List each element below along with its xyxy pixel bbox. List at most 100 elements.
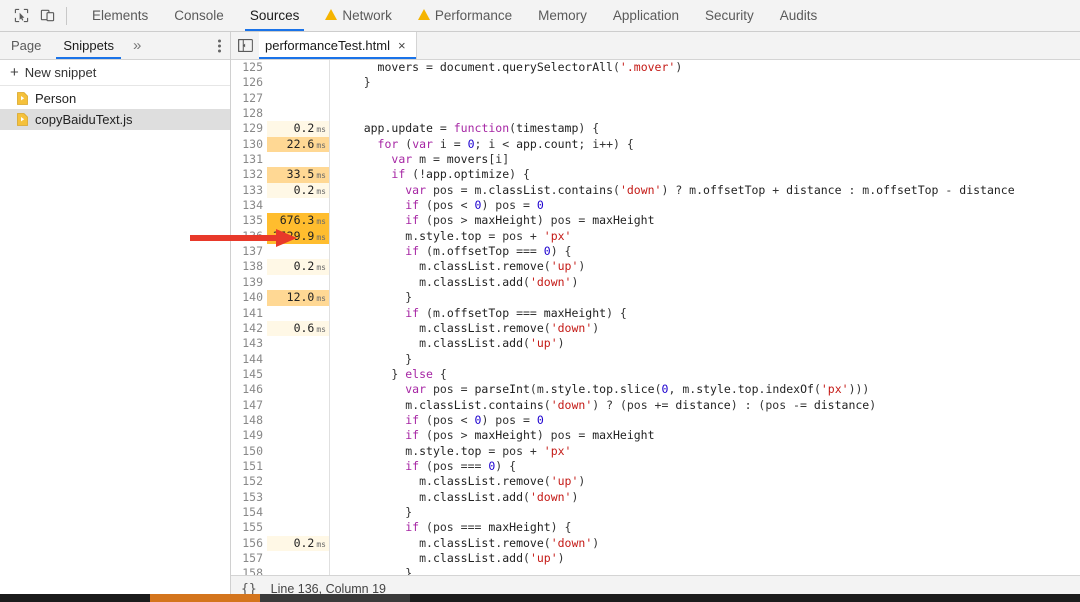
sidebar-tab-page[interactable]: Page [0,32,52,59]
tab-application[interactable]: Application [600,0,692,31]
code-line[interactable]: 128 [231,106,1080,122]
code-line[interactable]: 138 0.2 ms m.classList.remove('up') [231,259,1080,275]
code-line[interactable]: 148 if (pos < 0) pos = 0 [231,412,1080,429]
code-editor[interactable]: 125 movers = document.querySelectorAll('… [231,60,1080,575]
line-number: 127 [242,90,263,105]
show-navigator-icon[interactable] [231,32,259,59]
line-number: 141 [242,305,263,320]
line-timing [267,551,329,566]
code-line[interactable]: 149 if (pos > maxHeight) pos = maxHeight [231,428,1080,444]
code-line[interactable]: 144 } [231,351,1080,367]
code-line[interactable]: 140 12.0 ms } [231,290,1080,306]
code-line-text: m.classList.add('up') [419,336,565,351]
line-timing [267,198,329,213]
taskbar-item[interactable] [260,594,410,602]
tab-elements-label: Elements [92,8,149,23]
snippet-item-copybaidutext[interactable]: copyBaiduText.js [0,109,230,130]
snippet-list: Person copyBaiduText.js [0,86,230,130]
code-line[interactable]: 135 676.3 ms if (pos > maxHeight) pos = ma… [231,213,1080,229]
code-line[interactable]: 146 var pos = parseInt(m.style.top.slice… [231,382,1080,398]
code-line[interactable]: 134 if (pos < 0) pos = 0 [231,198,1080,214]
line-timing: 676.3 ms [267,213,329,229]
tab-network[interactable]: Network [312,0,405,31]
line-number: 153 [242,489,263,504]
new-snippet-button[interactable]: + New snippet [0,60,230,86]
warning-triangle-icon [325,9,338,20]
code-line[interactable]: 139 m.classList.add('down') [231,274,1080,291]
timing-value: 33.5 [286,167,315,182]
code-line[interactable]: 142 0.6 ms m.classList.remove('down') [231,320,1080,337]
code-line[interactable]: 155 if (pos === maxHeight) { [231,520,1080,536]
taskbar-active-item[interactable] [150,594,260,602]
timing-unit: ms [316,125,326,135]
code-line-text: } else { [336,366,447,381]
line-timing: 33.5 ms [267,167,329,183]
code-line[interactable]: 153 m.classList.add('down') [231,489,1080,505]
code-line[interactable]: 150 m.style.top = pos + 'px' [231,443,1080,459]
sidebar-tab-snippets[interactable]: Snippets [52,32,125,59]
code-line[interactable]: 137 if (m.offsetTop === 0) { [231,244,1080,260]
close-icon[interactable]: × [398,39,406,52]
line-number: 133 [242,182,263,197]
code-line[interactable]: 129 0.2 ms app.update = function(timestamp… [231,121,1080,137]
line-timing [267,336,329,351]
line-number: 151 [242,458,263,473]
code-line[interactable]: 151 if (pos === 0) { [231,458,1080,475]
code-line[interactable]: 147 m.classList.contains('down') ? (pos … [231,397,1080,413]
editor-region: performanceTest.html × 125 movers = docu… [231,32,1080,602]
code-line[interactable]: 125 movers = document.querySelectorAll('… [231,60,1080,76]
code-line[interactable]: 143 m.classList.add('up') [231,336,1080,352]
timing-unit: ms [316,140,326,150]
code-line-text: m.style.top = pos + 'px' [405,443,572,458]
line-timing [267,382,329,397]
code-line[interactable]: 131 var m = movers[i] [231,152,1080,168]
code-line-text: m.classList.add('down') [419,489,579,504]
inspect-element-icon[interactable] [8,3,34,29]
code-line-text: if (pos > maxHeight) pos = maxHeight [405,213,655,228]
tab-elements[interactable]: Elements [79,0,161,31]
code-line[interactable]: 141 if (m.offsetTop === maxHeight) { [231,305,1080,321]
code-line[interactable]: 154 } [231,504,1080,521]
timing-unit: ms [316,263,326,273]
tab-memory[interactable]: Memory [525,0,600,31]
code-line[interactable]: 127 [231,90,1080,107]
tab-sources[interactable]: Sources [237,0,313,31]
tab-security-label: Security [704,8,754,23]
line-timing: 0.2 ms [267,535,329,551]
tab-security[interactable]: Security [692,0,767,31]
code-line[interactable]: 136 3529.9 ms m.style.top = pos + 'px' [231,228,1080,245]
taskbar-right [410,594,1080,602]
code-line[interactable]: 156 0.2 ms m.classList.remove('down') [231,535,1080,551]
tab-console[interactable]: Console [161,0,237,31]
timing-value: 22.6 [286,136,315,151]
code-line-text: movers = document.querySelectorAll('.mov… [377,60,683,74]
line-number: 125 [242,60,263,74]
code-line[interactable]: 126 } [231,75,1080,91]
code-line[interactable]: 157 m.classList.add('up') [231,551,1080,567]
tab-network-label: Network [342,8,392,23]
snippet-item-label: copyBaiduText.js [35,112,133,127]
line-timing [267,566,329,575]
tab-performance[interactable]: Performance [405,0,525,31]
device-toolbar-icon[interactable] [34,3,60,29]
code-line[interactable]: 152 m.classList.remove('up') [231,474,1080,490]
code-line[interactable]: 133 0.2 ms var pos = m.classList.contains(… [231,182,1080,199]
snippet-item-person[interactable]: Person [0,88,230,109]
warning-triangle-icon [417,9,430,20]
tab-application-label: Application [612,8,679,23]
kebab-menu-icon[interactable] [215,36,224,55]
line-number: 155 [242,520,263,535]
taskbar-left [0,594,150,602]
code-line[interactable]: 158 } [231,566,1080,575]
code-line[interactable]: 132 33.5 ms if (!app.optimize) { [231,167,1080,183]
sidebar-more-tabs-icon[interactable]: » [125,32,149,59]
timing-value: 0.2 [293,182,315,197]
code-line[interactable]: 130 22.6 ms for (var i = 0; i < app.count;… [231,136,1080,153]
line-number: 138 [242,259,263,274]
editor-file-tab[interactable]: performanceTest.html × [259,32,417,59]
code-line[interactable]: 145 } else { [231,366,1080,383]
tab-audits[interactable]: Audits [767,0,831,31]
line-number: 143 [242,336,263,351]
code-line-text: if (pos === maxHeight) { [405,520,572,535]
code-line-text: m.classList.remove('down') [419,320,600,335]
